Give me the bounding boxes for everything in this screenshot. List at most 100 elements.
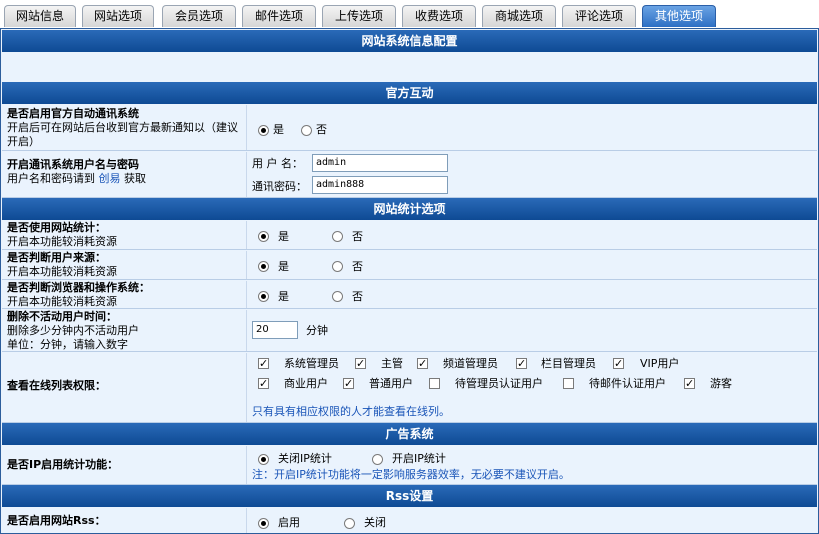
chuangyi-link[interactable]: 创易	[99, 172, 121, 185]
section-header-ads: 广告系统	[2, 423, 817, 445]
section-header-rss: Rss设置	[2, 485, 817, 507]
comm-password-input[interactable]: admin888	[312, 176, 448, 194]
ip-stats-off-label: 关闭IP统计	[278, 452, 332, 465]
perm-guest-label: 游客	[710, 377, 732, 390]
inactive-minutes-input[interactable]: 20	[252, 321, 298, 339]
perm-normal-checkbox[interactable]	[343, 378, 354, 389]
perm-pending-admin-checkbox[interactable]	[429, 378, 440, 389]
browser-os-yes-radio[interactable]	[258, 291, 269, 302]
settings-panel: 网站系统信息配置 官方互动 是否启用官方自动通讯系统 开启后可在网站后台收到官方…	[0, 28, 819, 534]
comm-account-control: 用 户 名： admin 通讯密码： admin888	[250, 152, 817, 197]
perm-pending-mail-label: 待邮件认证用户	[589, 377, 666, 390]
ip-stats-note: 注：开启IP统计功能将一定影响服务器效率，无必要不建议开启。	[252, 468, 570, 481]
auto-comm-row: 是否启用官方自动通讯系统 开启后可在网站后台收到官方最新通知以（建议开启） 是 …	[2, 105, 817, 151]
auto-comm-title: 是否启用官方自动通讯系统	[7, 107, 139, 120]
tab-upload-options[interactable]: 上传选项	[322, 5, 396, 27]
inactive-time-title: 删除不活动用户时间：	[7, 310, 117, 323]
online-perm-label: 查看在线列表权限：	[7, 379, 243, 393]
ip-stats-label: 是否IP启用统计功能：	[7, 458, 243, 472]
use-stats-control: 是 否	[250, 221, 817, 249]
perm-vip-checkbox[interactable]	[613, 358, 624, 369]
rss-disable-radio[interactable]	[344, 518, 355, 529]
tab-site-options[interactable]: 网站选项	[82, 5, 154, 27]
user-source-yes-label: 是	[278, 260, 289, 273]
tab-mail-options[interactable]: 邮件选项	[242, 5, 316, 27]
column-divider	[246, 508, 247, 533]
perm-channel-admin-checkbox[interactable]	[417, 358, 428, 369]
inactive-time-desc1: 删除多少分钟内不活动用户	[7, 324, 139, 337]
perm-business-checkbox[interactable]	[258, 378, 269, 389]
perm-sys-admin-label: 系统管理员	[284, 357, 339, 370]
empty-row	[2, 53, 817, 81]
ip-stats-row: 是否IP启用统计功能： 关闭IP统计 开启IP统计 注：开启IP统计功能将一定影…	[2, 446, 817, 485]
online-perm-row: 查看在线列表权限： 系统管理员 主管 频道管理员 栏目管理员 VIP用户 商业用…	[2, 353, 817, 423]
use-stats-no-label: 否	[352, 230, 363, 243]
auto-comm-control: 是 否	[250, 105, 817, 150]
browser-os-no-radio[interactable]	[332, 291, 343, 302]
user-source-no-label: 否	[352, 260, 363, 273]
comm-account-label: 开启通讯系统用户名与密码 用户名和密码请到 创易 获取	[7, 158, 243, 186]
browser-os-label: 是否判断浏览器和操作系统： 开启本功能较消耗资源	[7, 281, 243, 309]
inactive-time-label: 删除不活动用户时间： 删除多少分钟内不活动用户 单位：分钟，请输入数字	[7, 310, 243, 352]
column-divider	[246, 152, 247, 197]
column-divider	[246, 251, 247, 279]
tab-member-options[interactable]: 会员选项	[162, 5, 236, 27]
user-source-control: 是 否	[250, 251, 817, 279]
username-input[interactable]: admin	[312, 154, 448, 172]
browser-os-title: 是否判断浏览器和操作系统：	[7, 281, 150, 294]
auto-comm-no-label: 否	[316, 123, 327, 136]
perm-sys-admin-checkbox[interactable]	[258, 358, 269, 369]
perm-pending-mail-checkbox[interactable]	[563, 378, 574, 389]
auto-comm-yes-label: 是	[273, 123, 284, 136]
comm-account-desc-suffix: 获取	[124, 172, 146, 185]
rss-control: 启用 关闭	[250, 508, 817, 533]
comm-account-desc-prefix: 用户名和密码请到	[7, 172, 95, 185]
user-source-row: 是否判断用户来源： 开启本功能较消耗资源 是 否	[2, 251, 817, 280]
rss-row: 是否启用网站Rss： 启用 关闭	[2, 508, 817, 533]
use-stats-yes-radio[interactable]	[258, 231, 269, 242]
auto-comm-no-radio[interactable]	[301, 125, 312, 136]
use-stats-desc: 开启本功能较消耗资源	[7, 235, 117, 248]
inactive-time-row: 删除不活动用户时间： 删除多少分钟内不活动用户 单位：分钟，请输入数字 20 分…	[2, 310, 817, 352]
ip-stats-on-radio[interactable]	[372, 454, 383, 465]
rss-disable-label: 关闭	[364, 516, 386, 529]
use-stats-no-radio[interactable]	[332, 231, 343, 242]
perm-vip-label: VIP用户	[640, 357, 680, 370]
perm-supervisor-checkbox[interactable]	[355, 358, 366, 369]
perm-supervisor-label: 主管	[381, 357, 403, 370]
perm-normal-label: 普通用户	[369, 377, 413, 390]
user-source-yes-radio[interactable]	[258, 261, 269, 272]
comm-password-label: 通讯密码：	[252, 180, 307, 193]
auto-comm-label: 是否启用官方自动通讯系统 开启后可在网站后台收到官方最新通知以（建议开启）	[7, 107, 243, 149]
perm-business-label: 商业用户	[284, 377, 328, 390]
perm-column-admin-checkbox[interactable]	[516, 358, 527, 369]
tab-charge-options[interactable]: 收费选项	[402, 5, 476, 27]
tab-comment-options[interactable]: 评论选项	[562, 5, 636, 27]
user-source-no-radio[interactable]	[332, 261, 343, 272]
browser-os-row: 是否判断浏览器和操作系统： 开启本功能较消耗资源 是 否	[2, 281, 817, 309]
online-perm-note: 只有具有相应权限的人才能查看在线列。	[252, 405, 450, 418]
tab-mall-options[interactable]: 商城选项	[482, 5, 556, 27]
browser-os-desc: 开启本功能较消耗资源	[7, 295, 117, 308]
user-source-label: 是否判断用户来源： 开启本功能较消耗资源	[7, 251, 243, 279]
column-divider	[246, 281, 247, 308]
user-source-title: 是否判断用户来源：	[7, 251, 106, 264]
inactive-time-desc2: 单位：分钟，请输入数字	[7, 338, 128, 351]
use-stats-title: 是否使用网站统计：	[7, 221, 106, 234]
user-source-desc: 开启本功能较消耗资源	[7, 265, 117, 278]
browser-os-control: 是 否	[250, 281, 817, 308]
perm-guest-checkbox[interactable]	[684, 378, 695, 389]
rss-label: 是否启用网站Rss：	[7, 514, 243, 528]
column-divider	[246, 310, 247, 351]
minutes-unit-label: 分钟	[306, 324, 328, 337]
tab-site-info[interactable]: 网站信息	[4, 5, 76, 27]
auto-comm-yes-radio[interactable]	[258, 125, 269, 136]
comm-account-row: 开启通讯系统用户名与密码 用户名和密码请到 创易 获取 用 户 名： admin…	[2, 152, 817, 198]
rss-enable-radio[interactable]	[258, 518, 269, 529]
column-divider	[246, 105, 247, 150]
section-header-official: 官方互动	[2, 82, 817, 104]
online-perm-title: 查看在线列表权限：	[7, 379, 106, 392]
auto-comm-desc: 开启后可在网站后台收到官方最新通知以（建议开启）	[7, 121, 238, 148]
ip-stats-off-radio[interactable]	[258, 454, 269, 465]
tab-other-options[interactable]: 其他选项	[642, 5, 716, 27]
